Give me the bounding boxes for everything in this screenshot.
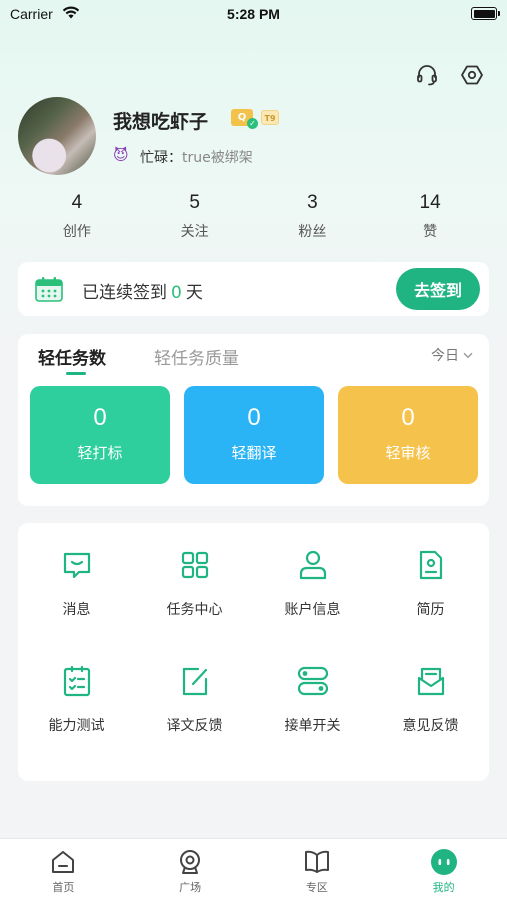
avatar[interactable] (18, 97, 96, 175)
stat-value: 4 (71, 192, 83, 213)
settings-icon[interactable] (459, 62, 485, 88)
menu-item-messages[interactable]: 消息 (18, 547, 135, 619)
edit-icon (136, 663, 253, 699)
profile-stats: 4 创作 5 关注 3 粉丝 14 赞 (18, 190, 489, 245)
stat-label: 赞 (423, 224, 438, 240)
tile-value: 0 (247, 404, 261, 431)
battery-icon (471, 7, 500, 20)
home-icon (0, 848, 127, 876)
tabbar-item-plaza[interactable]: 广场 (127, 839, 254, 900)
profile-icon (380, 848, 507, 876)
tabbar-item-zone[interactable]: 专区 (254, 839, 381, 900)
level-badge: T9 (261, 110, 279, 125)
verified-badge: Q ✓ (231, 109, 258, 129)
tile-value: 0 (93, 404, 107, 431)
menu-item-label: 账户信息 (284, 602, 341, 618)
menu-item-resume[interactable]: 简历 (372, 547, 489, 619)
function-menu: 消息 任务中心 账户信息 简历 能力测试 译文反馈 接单开关 意见反馈 (18, 523, 489, 781)
tile-value: 0 (401, 404, 415, 431)
resume-icon (372, 547, 489, 583)
bottom-tab-bar: 首页 广场 专区 我的 (0, 838, 507, 900)
mood-label: 忙碌： (140, 150, 182, 166)
menu-item-order-toggle[interactable]: 接单开关 (254, 663, 371, 735)
stat-value: 14 (419, 192, 441, 213)
tabbar-item-mine[interactable]: 我的 (380, 839, 507, 900)
message-icon (18, 547, 135, 583)
tab-task-quality[interactable]: 轻任务质量 (154, 344, 239, 369)
stat-value: 3 (307, 192, 318, 213)
menu-item-label: 译文反馈 (166, 718, 223, 734)
checklist-icon (18, 663, 135, 699)
menu-item-translation-feedback[interactable]: 译文反馈 (136, 663, 253, 735)
stat-label: 粉丝 (298, 224, 327, 240)
stat-works[interactable]: 4 创作 (18, 190, 136, 245)
menu-item-label: 接单开关 (284, 718, 341, 734)
checkin-streak: 已连续签到 0 天 (82, 278, 203, 303)
tabbar-label: 首页 (52, 881, 75, 894)
checkin-prefix: 已连续签到 (82, 283, 167, 303)
stat-label: 创作 (62, 224, 91, 240)
stat-followers[interactable]: 3 粉丝 (254, 190, 372, 245)
checkin-suffix: 天 (185, 283, 203, 303)
mood-status[interactable]: 忙碌：true被绑架 (140, 147, 253, 167)
tabbar-label: 广场 (179, 881, 202, 894)
headset-icon[interactable] (414, 62, 440, 88)
menu-item-ability-test[interactable]: 能力测试 (18, 663, 135, 735)
menu-item-label: 意见反馈 (402, 718, 459, 734)
tab-indicator (66, 372, 86, 375)
mood-emoji-icon: 😈 (113, 146, 129, 164)
clock: 5:28 PM (227, 6, 280, 22)
tile-translation[interactable]: 0 轻翻译 (184, 386, 324, 484)
status-bar: Carrier 5:28 PM (0, 0, 507, 30)
menu-item-label: 任务中心 (166, 602, 223, 618)
checkin-days: 0 (171, 283, 182, 303)
feedback-icon (372, 663, 489, 699)
menu-item-task-center[interactable]: 任务中心 (136, 547, 253, 619)
menu-item-label: 能力测试 (48, 718, 105, 734)
tab-task-count[interactable]: 轻任务数 (38, 344, 106, 369)
tabbar-label: 专区 (305, 881, 328, 894)
user-icon (254, 547, 371, 583)
stat-following[interactable]: 5 关注 (136, 190, 254, 245)
tabbar-item-home[interactable]: 首页 (0, 839, 127, 900)
tabbar-label: 我的 (432, 881, 455, 894)
menu-item-label: 消息 (62, 602, 91, 618)
stat-label: 关注 (180, 224, 209, 240)
menu-item-label: 简历 (416, 602, 445, 618)
check-icon: ✓ (247, 118, 258, 129)
menu-item-feedback[interactable]: 意见反馈 (372, 663, 489, 735)
checkin-card: 已连续签到 0 天 去签到 (18, 262, 489, 316)
tile-label: 轻审核 (385, 444, 431, 462)
chevron-down-icon (463, 347, 473, 363)
task-stats-card: 轻任务数 轻任务质量 今日 0 轻打标 0 轻翻译 0 轻审核 (18, 334, 489, 506)
menu-item-account[interactable]: 账户信息 (254, 547, 371, 619)
username: 我想吃虾子 (113, 111, 209, 133)
period-label: 今日 (431, 348, 459, 364)
calendar-icon (35, 276, 63, 306)
stat-likes[interactable]: 14 赞 (371, 190, 489, 245)
mood-text: true被绑架 (182, 150, 253, 166)
plaza-icon (127, 848, 254, 876)
badge-q-label: Q (237, 112, 247, 123)
book-icon (254, 848, 381, 876)
stat-value: 5 (189, 192, 200, 213)
tile-label: 轻打标 (77, 444, 123, 462)
checkin-button[interactable]: 去签到 (396, 268, 480, 310)
tile-label: 轻翻译 (231, 444, 277, 462)
grid-icon (136, 547, 253, 583)
toggle-icon (254, 663, 371, 699)
tile-tagging[interactable]: 0 轻打标 (30, 386, 170, 484)
tile-review[interactable]: 0 轻审核 (338, 386, 478, 484)
period-dropdown[interactable]: 今日 (431, 345, 473, 365)
